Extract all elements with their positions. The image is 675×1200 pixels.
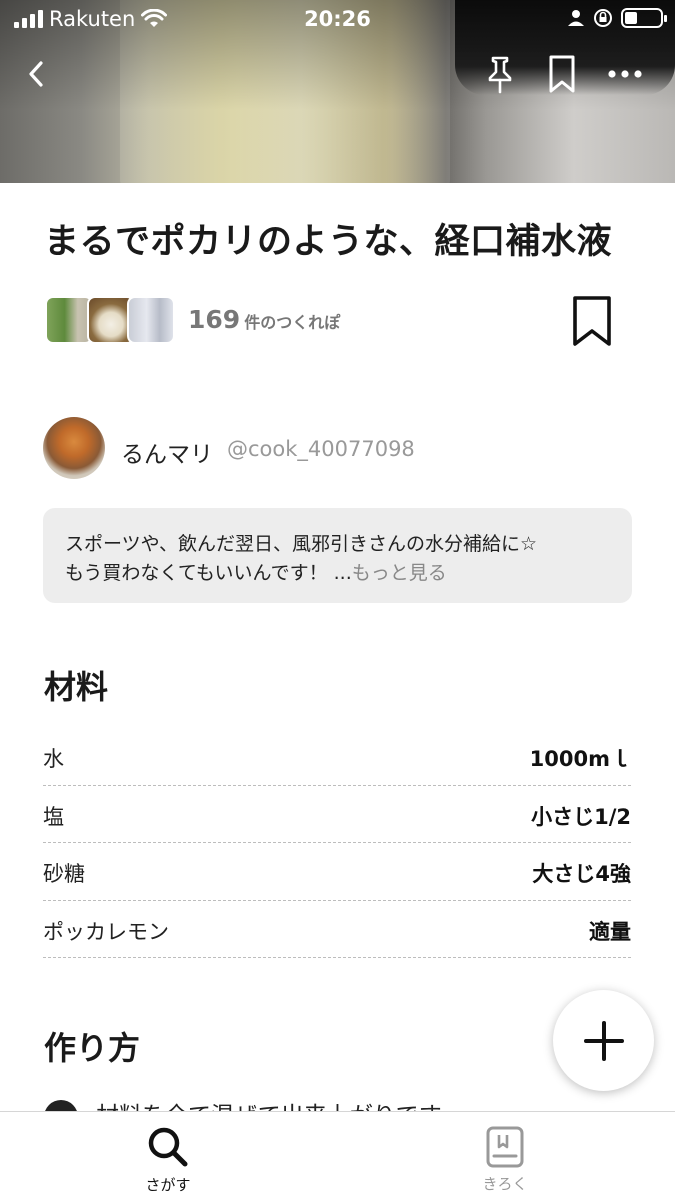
ingredient-row: 砂糖 大さじ4強 <box>43 843 631 901</box>
step-item: 材料を全て混ぜて出来上がりです。 <box>44 1096 604 1112</box>
ingredients-heading: 材料 <box>44 668 109 706</box>
plus-icon <box>583 1020 624 1061</box>
more-horizontal-icon <box>608 70 642 78</box>
tab-label: きろく <box>482 1175 528 1193</box>
ingredient-amount: 適量 <box>589 919 631 944</box>
person-icon <box>568 10 584 26</box>
status-icons <box>567 8 667 28</box>
tsukurepo-label: 件のつくれぽ <box>244 313 341 332</box>
pin-icon <box>488 56 512 94</box>
status-bar: Rakuten 20:26 <box>0 0 675 38</box>
chevron-left-icon <box>29 61 43 87</box>
tab-search[interactable]: さがす <box>108 1112 228 1200</box>
tsukurepo-number: 169 <box>188 305 241 334</box>
tsukurepo-count[interactable]: 169 件のつくれぽ <box>188 305 340 334</box>
author-id: @cook_40077098 <box>227 437 415 461</box>
pin-button[interactable] <box>478 52 522 96</box>
search-icon <box>148 1127 188 1167</box>
steps-heading: 作り方 <box>44 1029 141 1067</box>
ingredient-amount: 1000mｌ <box>529 747 631 772</box>
add-button[interactable] <box>553 990 654 1091</box>
ingredient-name: ポッカレモン <box>43 919 169 944</box>
ingredient-row: ポッカレモン 適量 <box>43 901 631 958</box>
tsukurepo-thumb <box>45 296 93 344</box>
tsukurepo-thumbnails[interactable] <box>45 296 175 344</box>
ingredient-name: 砂糖 <box>43 862 85 887</box>
bookmark-button[interactable] <box>540 52 584 96</box>
more-button[interactable] <box>603 52 647 96</box>
description-line: もう買わなくてもいいんです！ ...もっと見る <box>65 559 610 588</box>
tab-record[interactable]: きろく <box>445 1112 565 1200</box>
author-name[interactable]: るんマリ <box>121 435 213 469</box>
author-avatar[interactable] <box>43 417 105 479</box>
tab-label: さがす <box>145 1176 191 1194</box>
back-button[interactable] <box>14 52 58 96</box>
bookmark-outline-icon <box>573 296 611 346</box>
bottom-tab-bar: さがす きろく <box>0 1111 675 1200</box>
description-text: もう買わなくてもいいんです！ ... <box>65 562 352 584</box>
see-more-link[interactable]: もっと見る <box>352 562 447 584</box>
ingredient-row: 塩 小さじ1/2 <box>43 786 631 843</box>
ingredients-list: 水 1000mｌ 塩 小さじ1/2 砂糖 大さじ4強 ポッカレモン 適量 <box>43 728 631 958</box>
save-recipe-button[interactable] <box>570 294 614 352</box>
ingredient-row: 水 1000mｌ <box>43 728 631 786</box>
bookmark-outline-icon <box>549 55 575 93</box>
recipe-title: まるでポカリのような、経口補水液 <box>44 222 613 262</box>
notebook-icon <box>486 1126 524 1168</box>
ingredient-name: 塩 <box>43 804 64 829</box>
step-text: 材料を全て混ぜて出来上がりです。 <box>96 1096 462 1112</box>
description-line: スポーツや、飲んだ翌日、風邪引きさんの水分補給に☆ <box>65 533 538 555</box>
recipe-description[interactable]: スポーツや、飲んだ翌日、風邪引きさんの水分補給に☆ もう買わなくてもいいんです！… <box>43 508 632 603</box>
ingredient-amount: 大さじ4強 <box>532 862 631 887</box>
tsukurepo-thumb <box>127 296 175 344</box>
battery-icon <box>621 8 667 28</box>
ingredient-amount: 小さじ1/2 <box>531 804 631 829</box>
ingredient-name: 水 <box>43 747 64 772</box>
rotation-lock-icon <box>594 9 612 27</box>
